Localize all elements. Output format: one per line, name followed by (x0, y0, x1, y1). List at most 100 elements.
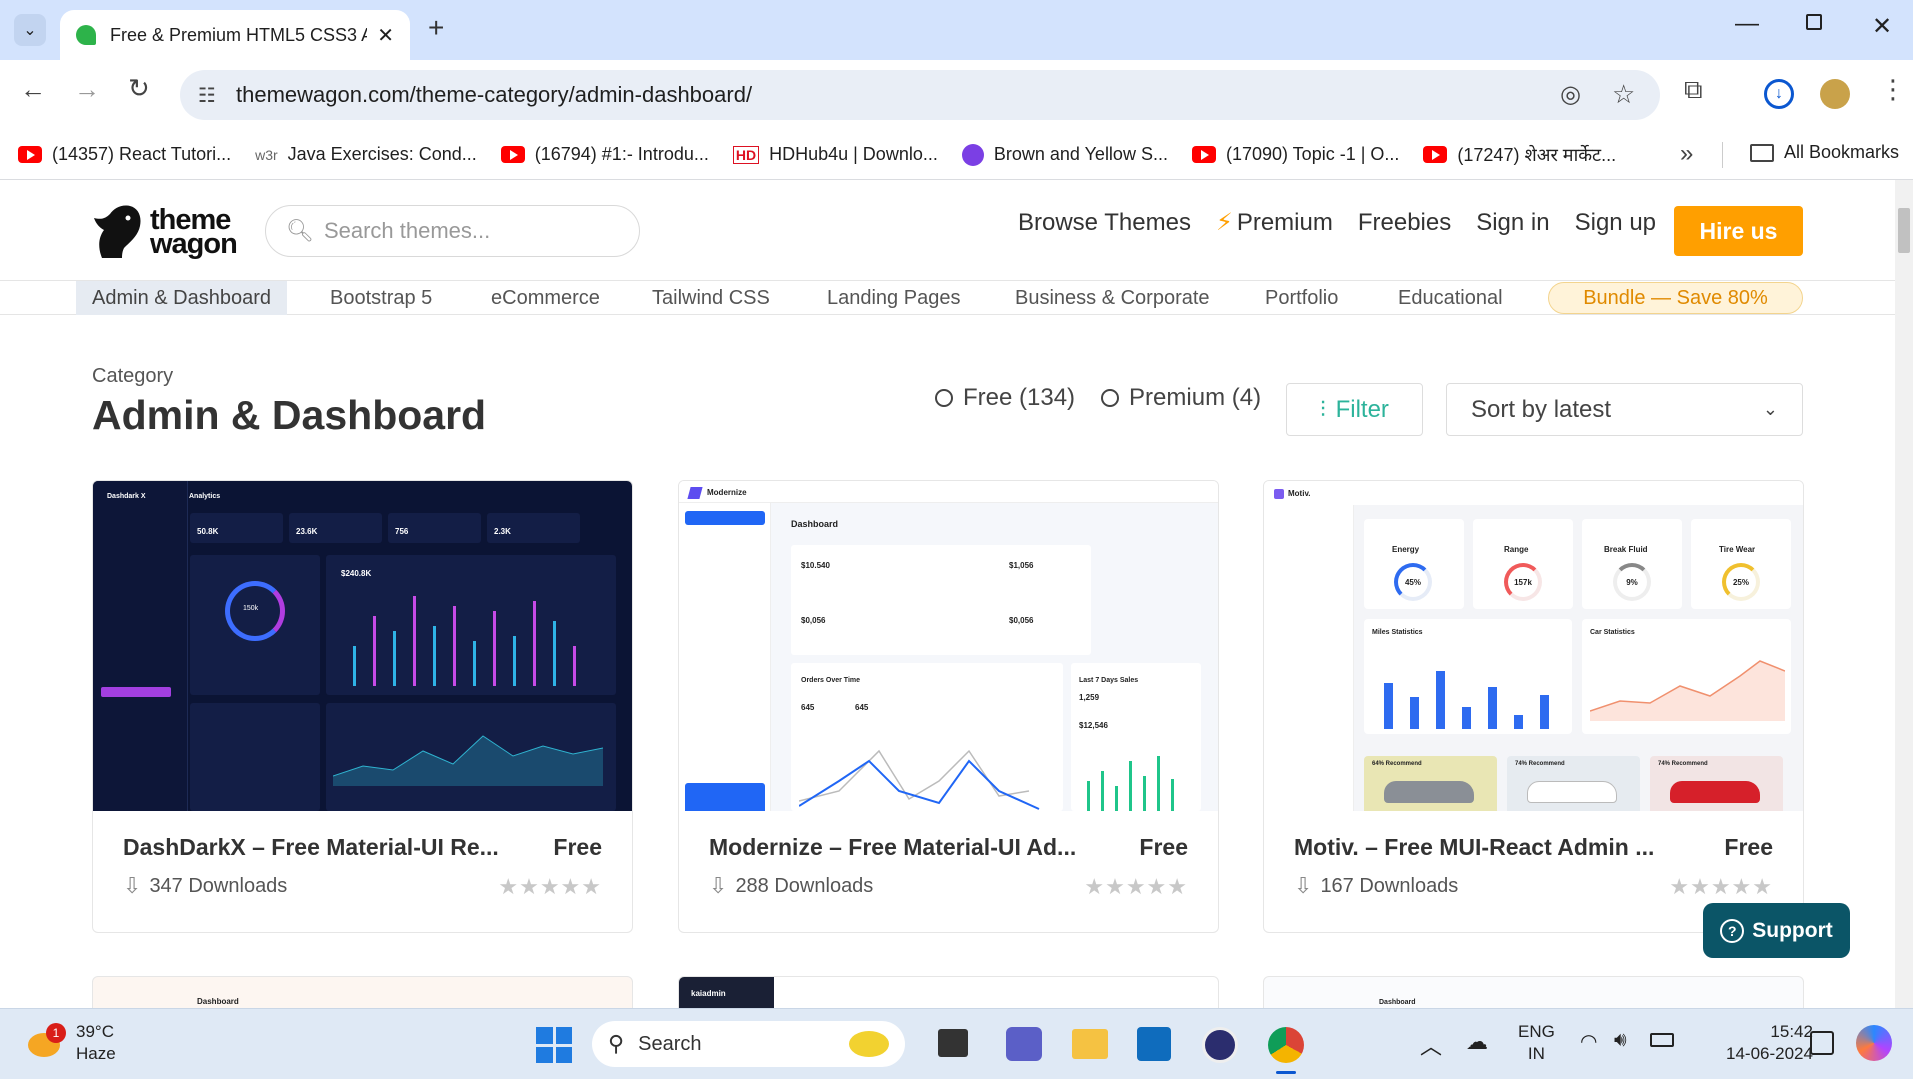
profile-avatar[interactable] (1820, 79, 1850, 109)
notification-center-icon[interactable] (1810, 1031, 1834, 1055)
theme-card[interactable]: Dashboard (1263, 976, 1804, 1008)
support-button[interactable]: ? Support (1703, 903, 1850, 958)
site-info-icon[interactable]: ☷ (198, 83, 216, 108)
main-nav: Browse Themes ⚡︎ Premium Freebies Sign i… (1018, 208, 1656, 237)
theme-card[interactable]: Dashdark X Analytics 50.8K 23.6K 756 2.3… (92, 480, 633, 933)
themewagon-logo[interactable]: theme wagon (92, 204, 238, 260)
reload-icon[interactable]: ↻ (128, 73, 150, 104)
windows-start-icon[interactable] (536, 1027, 572, 1063)
category-tab-bootstrap5[interactable]: Bootstrap 5 (330, 281, 432, 315)
notification-badge: 1 (46, 1023, 66, 1043)
volume-icon[interactable]: 🔊︎ (1614, 1029, 1627, 1052)
tab-close-icon[interactable]: ✕ (377, 23, 394, 48)
weather-text[interactable]: 39°C Haze (76, 1021, 116, 1065)
chevron-up-icon[interactable]: ︿ (1420, 1029, 1442, 1061)
taskbar-search-box[interactable]: ⚲ Search (592, 1021, 905, 1067)
free-filter-label[interactable]: Free (134) (963, 384, 1075, 412)
microsoft-store-icon[interactable] (1137, 1027, 1171, 1061)
address-bar[interactable]: ☷ themewagon.com/theme-category/admin-da… (180, 70, 1660, 120)
more-bookmarks-chevron-icon[interactable]: » (1680, 140, 1693, 168)
bookmarks-bar: (14357) React Tutori... w3r Java Exercise… (0, 130, 1913, 180)
thumb-area-chart (1590, 660, 1785, 721)
bookmark-item[interactable]: (17090) Topic -1 | O... (1191, 144, 1399, 165)
thumb-heading: Dashboard (1379, 999, 1416, 1006)
nav-sign-up[interactable]: Sign up (1575, 209, 1656, 237)
bookmark-star-icon[interactable]: ☆ (1612, 79, 1635, 110)
close-window-button[interactable]: ✕ (1872, 12, 1892, 41)
theme-thumbnail[interactable]: Modernize Dashboard $10.540 $1,056 $0,05… (679, 481, 1218, 811)
category-tab-ecommerce[interactable]: eCommerce (491, 281, 600, 315)
horse-logo-icon (94, 205, 141, 258)
thumb-brand: kaiadmin (691, 989, 726, 998)
sort-select[interactable]: Sort by latest ⌄ (1446, 383, 1803, 436)
bundle-save-badge[interactable]: Bundle — Save 80% (1548, 282, 1803, 314)
theme-card[interactable]: Modernize Dashboard $10.540 $1,056 $0,05… (678, 480, 1219, 933)
bookmark-item[interactable]: HD HDHub4u | Downlo... (732, 144, 938, 165)
scrollbar-thumb[interactable] (1898, 208, 1910, 253)
browser-tab-active[interactable]: Free & Premium HTML5 CSS3 A ✕ (60, 10, 410, 60)
category-tab-business[interactable]: Business & Corporate (1015, 281, 1210, 315)
language-indicator[interactable]: ENG IN (1518, 1021, 1555, 1065)
category-tab-portfolio[interactable]: Portfolio (1265, 281, 1338, 315)
search-icon: 🔍︎ (286, 218, 314, 243)
theme-thumbnail[interactable]: Dashdark X Analytics 50.8K 23.6K 756 2.3… (93, 481, 632, 811)
free-radio[interactable] (935, 389, 953, 407)
nav-browse-themes[interactable]: Browse Themes (1018, 209, 1191, 237)
nav-premium[interactable]: ⚡︎ Premium (1216, 208, 1333, 237)
bookmark-item[interactable]: (17247) शेअर मार्केट... (1423, 143, 1616, 167)
theme-card[interactable]: Dashboard (92, 976, 633, 1008)
task-view-icon[interactable] (938, 1029, 968, 1057)
copilot-icon[interactable] (1856, 1025, 1892, 1061)
all-bookmarks-button[interactable]: All Bookmarks (1750, 142, 1899, 163)
minimize-button[interactable]: — (1735, 10, 1759, 38)
eclipse-icon[interactable] (1202, 1027, 1238, 1063)
premium-radio[interactable] (1101, 389, 1120, 407)
restore-button[interactable] (1806, 14, 1822, 30)
theme-card[interactable]: kaiadmin (678, 976, 1219, 1008)
rating-stars: ★★★★★ (1084, 874, 1188, 899)
tab-search-button[interactable]: ⌄ (14, 14, 46, 46)
category-tab-educational[interactable]: Educational (1398, 281, 1503, 315)
forward-arrow-icon[interactable]: → (74, 74, 100, 105)
theme-title[interactable]: DashDarkX – Free Material-UI Re... (123, 834, 513, 861)
eye-off-icon[interactable]: ◎ (1560, 80, 1581, 109)
weather-widget[interactable]: 1 (28, 1023, 66, 1061)
theme-thumbnail[interactable]: Motiv. Energy 45% Range 157k Break Fluid… (1264, 481, 1803, 811)
hire-us-button[interactable]: Hire us (1674, 206, 1803, 256)
bookmark-item[interactable]: (16794) #1:- Introdu... (500, 144, 709, 165)
bookmark-item[interactable]: Brown and Yellow S... (961, 143, 1168, 166)
download-icon[interactable]: ↓ (1764, 79, 1794, 109)
bookmark-item[interactable]: (14357) React Tutori... (18, 144, 231, 165)
new-tab-button[interactable]: + (428, 12, 444, 44)
battery-icon[interactable] (1650, 1033, 1674, 1047)
chrome-icon[interactable] (1268, 1027, 1304, 1063)
category-tab-admin-dashboard[interactable]: Admin & Dashboard (76, 281, 287, 315)
thumb-stat: $0,056 (1009, 616, 1034, 625)
filter-button[interactable]: ⫶ Filter (1286, 383, 1423, 436)
menu-kebab-icon[interactable]: ⋮ (1880, 74, 1906, 105)
theme-card[interactable]: Motiv. Energy 45% Range 157k Break Fluid… (1263, 480, 1804, 933)
themewagon-favicon-icon (76, 25, 96, 45)
thumb-gauge-label: Range (1504, 545, 1529, 554)
nav-sign-in[interactable]: Sign in (1476, 209, 1549, 237)
theme-title[interactable]: Modernize – Free Material-UI Ad... (709, 834, 1099, 861)
wifi-icon[interactable]: ◠ (1580, 1029, 1597, 1054)
teams-icon[interactable] (1006, 1027, 1042, 1061)
theme-title[interactable]: Motiv. – Free MUI-React Admin ... (1294, 834, 1684, 861)
theme-search-input[interactable]: 🔍︎ Search themes... (265, 205, 640, 257)
extensions-icon[interactable]: ⧉ (1684, 74, 1703, 106)
nav-freebies[interactable]: Freebies (1358, 209, 1451, 237)
category-tab-landing-pages[interactable]: Landing Pages (827, 281, 960, 315)
bookmark-item[interactable]: w3r Java Exercises: Cond... (255, 144, 477, 165)
back-arrow-icon[interactable]: ← (20, 74, 46, 105)
file-explorer-icon[interactable] (1072, 1029, 1108, 1059)
weather-desc: Haze (76, 1044, 116, 1063)
thumb-brand: Dashdark X (107, 493, 146, 500)
page-scrollbar[interactable] (1895, 180, 1913, 1008)
thumb-stat: $1,056 (1009, 561, 1034, 570)
category-tab-tailwind[interactable]: Tailwind CSS (652, 281, 770, 315)
onedrive-icon[interactable]: ☁︎ (1466, 1029, 1488, 1055)
clock[interactable]: 15:42 14-06-2024 (1726, 1021, 1813, 1065)
download-cloud-icon: ⇩ (1294, 873, 1313, 898)
premium-filter-label[interactable]: Premium (4) (1129, 384, 1261, 412)
